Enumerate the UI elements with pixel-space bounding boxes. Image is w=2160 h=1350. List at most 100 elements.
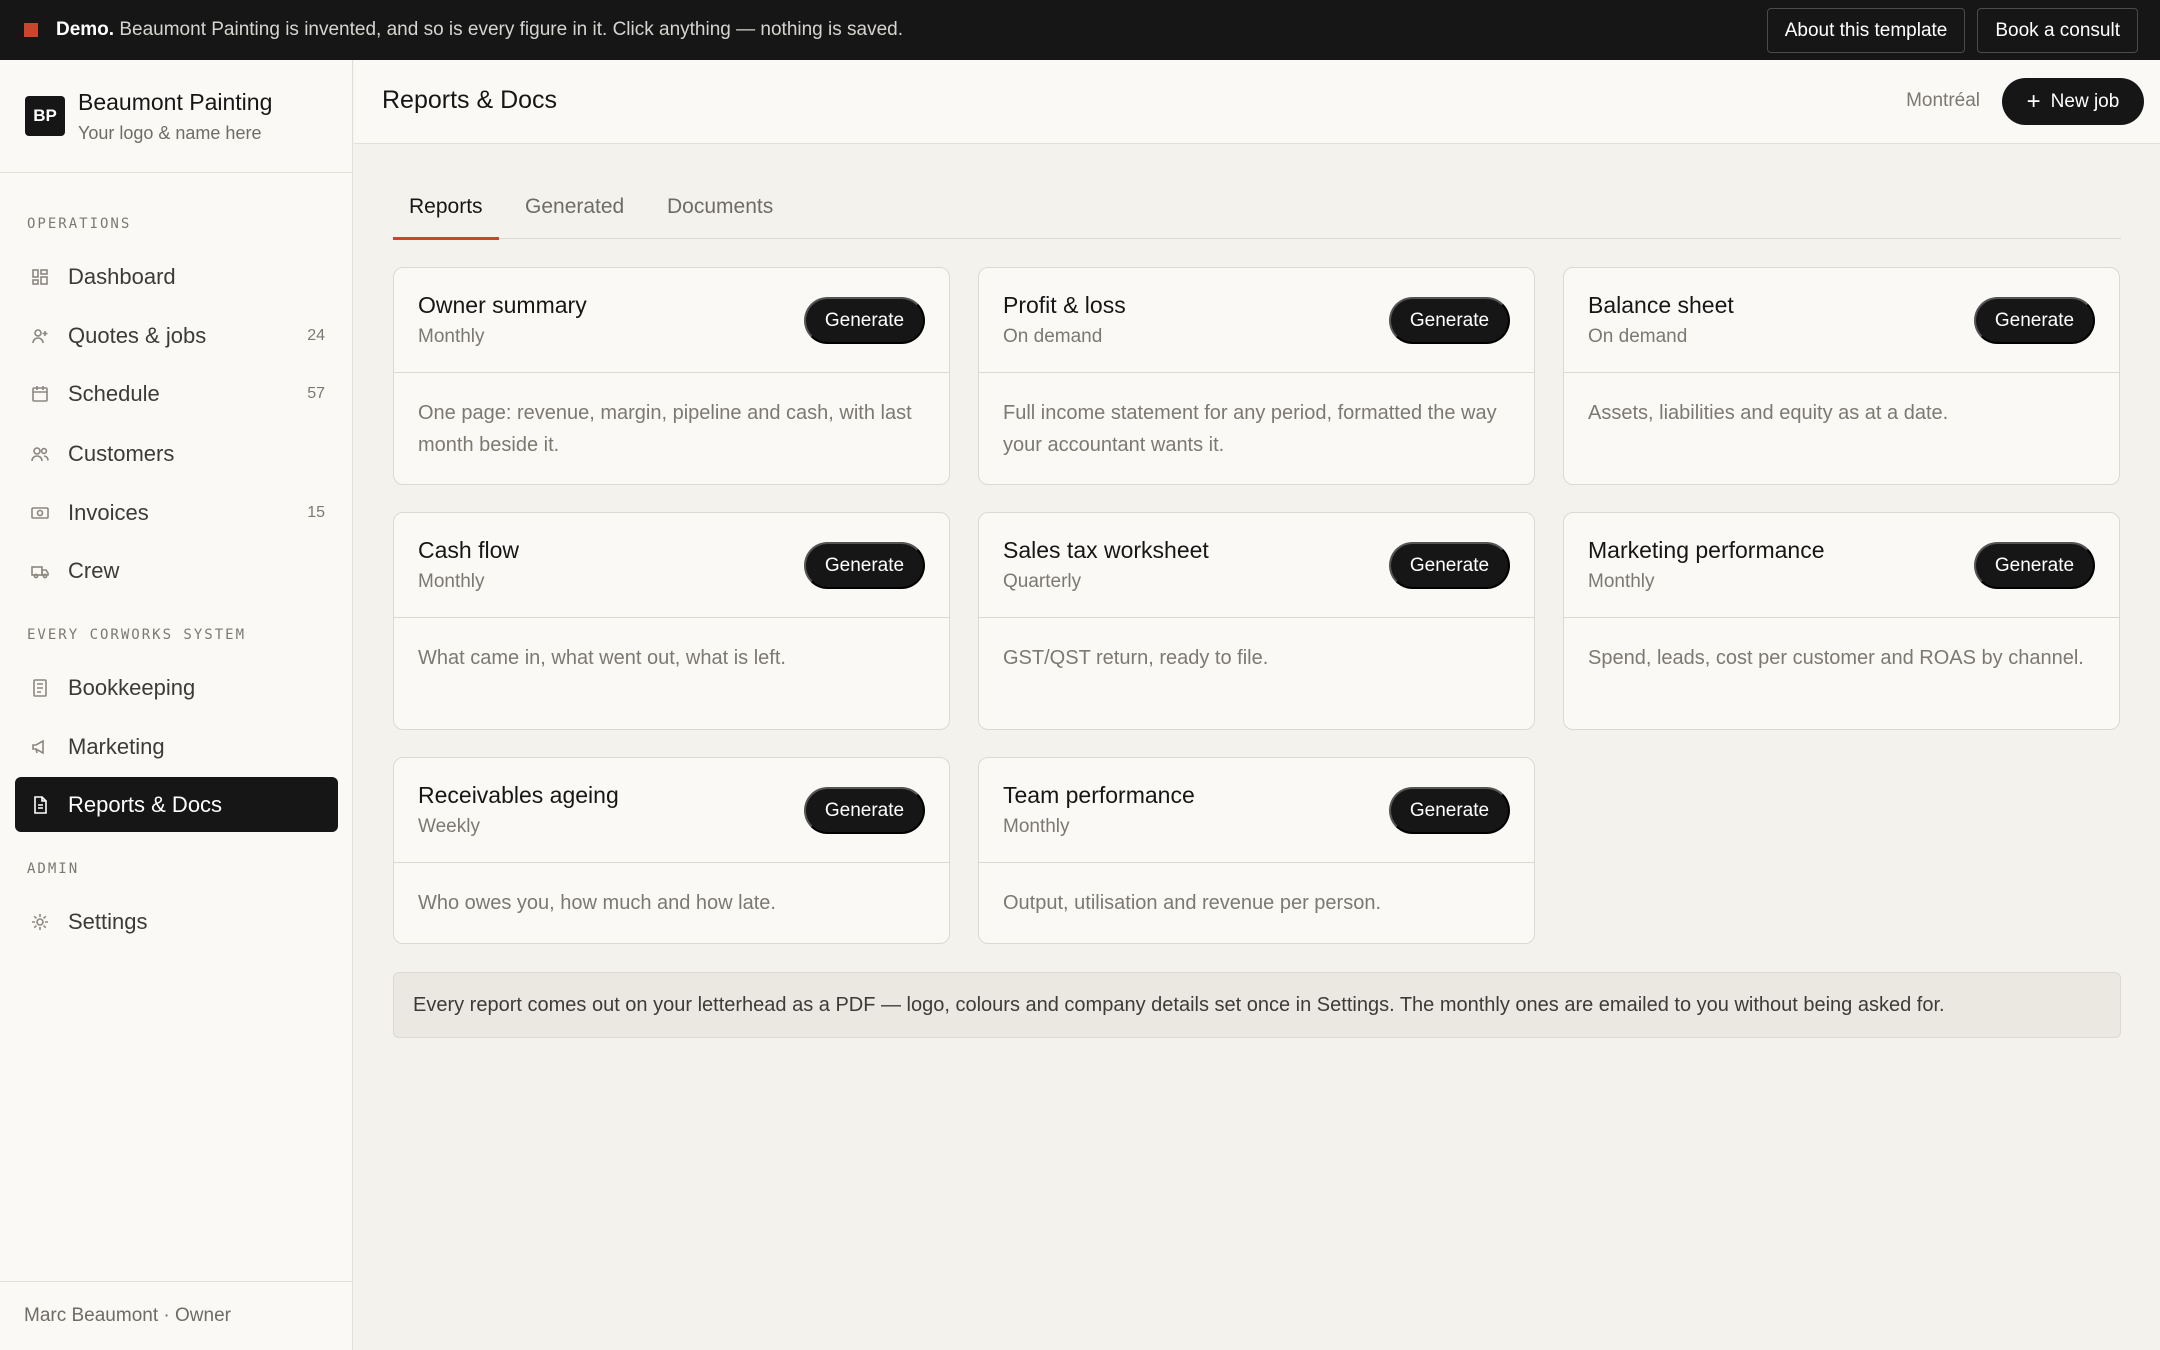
report-card-marketing-performance: Marketing performance Monthly Generate S… — [1563, 512, 2120, 730]
sidebar-item-label: Marketing — [68, 733, 165, 759]
current-user[interactable]: Marc Beaumont · Owner — [0, 1281, 352, 1350]
sidebar-item-marketing[interactable]: Marketing — [15, 719, 338, 774]
plus-icon: + — [2026, 87, 2041, 115]
sidebar-item-label: Crew — [68, 557, 120, 583]
report-description: Spend, leads, cost per customer and ROAS… — [1588, 647, 2084, 669]
report-card-balance-sheet: Balance sheet On demand Generate Assets,… — [1563, 267, 2120, 485]
location-label: Montréal — [1906, 90, 1980, 111]
generate-button[interactable]: Generate — [804, 297, 925, 344]
sidebar-item-reports-docs[interactable]: Reports & Docs — [15, 777, 338, 832]
sidebar-item-label: Dashboard — [68, 263, 176, 289]
brand-logo: BP — [25, 96, 65, 136]
generate-button[interactable]: Generate — [1974, 297, 2095, 344]
report-title: Marketing performance — [1588, 537, 1825, 563]
report-title: Profit & loss — [1003, 292, 1126, 318]
user-plus-icon — [29, 325, 51, 347]
generate-button[interactable]: Generate — [804, 542, 925, 589]
report-description: Who owes you, how much and how late. — [418, 892, 776, 914]
report-card-owner-summary: Owner summary Monthly Generate One page:… — [393, 267, 950, 485]
section-label-corworks: EVERY CORWORKS SYSTEM — [27, 627, 247, 643]
sidebar-item-label: Reports & Docs — [68, 791, 223, 817]
report-frequency: Quarterly — [1003, 571, 1082, 592]
report-title: Team performance — [1003, 782, 1195, 808]
tab-reports[interactable]: Reports — [393, 195, 498, 240]
report-description: Output, utilisation and revenue per pers… — [1003, 892, 1382, 914]
report-frequency: On demand — [1003, 326, 1103, 347]
sidebar-item-label: Quotes & jobs — [68, 322, 207, 348]
sidebar: BP Beaumont Painting Your logo & name he… — [0, 60, 353, 1350]
report-title: Sales tax worksheet — [1003, 537, 1209, 563]
calendar-icon — [29, 383, 51, 405]
demo-message: Demo. Beaumont Painting is invented, and… — [56, 19, 903, 41]
report-frequency: Monthly — [1588, 571, 1655, 592]
section-label-admin: ADMIN — [27, 861, 80, 877]
brand-tagline: Your logo & name here — [78, 122, 262, 143]
sidebar-item-bookkeeping[interactable]: Bookkeeping — [15, 660, 338, 715]
sidebar-item-label: Bookkeeping — [68, 674, 196, 700]
count-badge: 24 — [307, 326, 325, 344]
report-description: Assets, liabilities and equity as at a d… — [1588, 402, 1949, 424]
generate-button[interactable]: Generate — [1389, 787, 1510, 834]
report-frequency: On demand — [1588, 326, 1688, 347]
report-frequency: Monthly — [418, 326, 485, 347]
report-frequency: Monthly — [1003, 816, 1070, 837]
brand-name: Beaumont Painting — [78, 88, 273, 115]
page-title: Reports & Docs — [382, 86, 558, 114]
report-card-receivables-ageing: Receivables ageing Weekly Generate Who o… — [393, 757, 950, 944]
report-card-profit-loss: Profit & loss On demand Generate Full in… — [978, 267, 1535, 485]
demo-banner: Demo. Beaumont Painting is invented, and… — [0, 0, 2160, 60]
demo-text: Beaumont Painting is invented, and so is… — [119, 19, 904, 40]
tab-generated[interactable]: Generated — [525, 195, 624, 239]
gear-icon — [29, 911, 51, 933]
page-header: Reports & Docs Montréal + New job — [354, 60, 2160, 144]
tab-bar: Reports Generated Documents — [393, 180, 2121, 240]
sidebar-item-customers[interactable]: Customers — [15, 426, 338, 481]
sidebar-item-label: Invoices — [68, 499, 149, 525]
tab-documents[interactable]: Documents — [667, 195, 773, 239]
demo-label: Demo. — [56, 19, 115, 40]
new-job-button[interactable]: + New job — [2002, 78, 2144, 125]
report-title: Balance sheet — [1588, 292, 1734, 318]
brand[interactable]: BP Beaumont Painting Your logo & name he… — [0, 60, 352, 173]
new-job-label: New job — [2050, 90, 2120, 112]
report-card-sales-tax: Sales tax worksheet Quarterly Generate G… — [978, 512, 1535, 730]
sidebar-item-label: Schedule — [68, 380, 160, 406]
report-description: One page: revenue, margin, pipeline and … — [418, 402, 912, 456]
report-title: Receivables ageing — [418, 782, 619, 808]
ledger-icon — [29, 677, 51, 699]
about-template-button[interactable]: About this template — [1766, 8, 1966, 53]
report-frequency: Monthly — [418, 571, 485, 592]
truck-icon — [29, 560, 51, 582]
section-label-operations: OPERATIONS — [27, 216, 132, 232]
sidebar-item-label: Settings — [68, 908, 148, 934]
document-icon — [29, 794, 51, 816]
demo-indicator-icon — [24, 23, 38, 37]
generate-button[interactable]: Generate — [804, 787, 925, 834]
generate-button[interactable]: Generate — [1974, 542, 2095, 589]
report-description: Full income statement for any period, fo… — [1003, 402, 1497, 456]
count-badge: 57 — [307, 384, 325, 402]
generate-button[interactable]: Generate — [1389, 297, 1510, 344]
report-card-team-performance: Team performance Monthly Generate Output… — [978, 757, 1535, 944]
megaphone-icon — [29, 736, 51, 758]
sidebar-item-quotes-jobs[interactable]: Quotes & jobs 24 — [15, 308, 338, 363]
sidebar-item-label: Customers — [68, 440, 175, 466]
dashboard-icon — [29, 266, 51, 288]
sidebar-item-settings[interactable]: Settings — [15, 894, 338, 949]
report-card-cash-flow: Cash flow Monthly Generate What came in,… — [393, 512, 950, 730]
report-title: Owner summary — [418, 292, 587, 318]
book-consult-button[interactable]: Book a consult — [1977, 8, 2138, 53]
report-description: What came in, what went out, what is lef… — [418, 647, 786, 669]
generate-button[interactable]: Generate — [1389, 542, 1510, 589]
sidebar-item-crew[interactable]: Crew — [15, 543, 338, 598]
users-icon — [29, 443, 51, 465]
report-title: Cash flow — [418, 537, 519, 563]
sidebar-item-schedule[interactable]: Schedule 57 — [15, 366, 338, 421]
sidebar-item-invoices[interactable]: Invoices 15 — [15, 485, 338, 540]
banknote-icon — [29, 502, 51, 524]
letterhead-note: Every report comes out on your letterhea… — [393, 972, 2121, 1038]
report-description: GST/QST return, ready to file. — [1003, 647, 1269, 669]
sidebar-item-dashboard[interactable]: Dashboard — [15, 249, 338, 304]
report-frequency: Weekly — [418, 816, 480, 837]
count-badge: 15 — [307, 503, 325, 521]
